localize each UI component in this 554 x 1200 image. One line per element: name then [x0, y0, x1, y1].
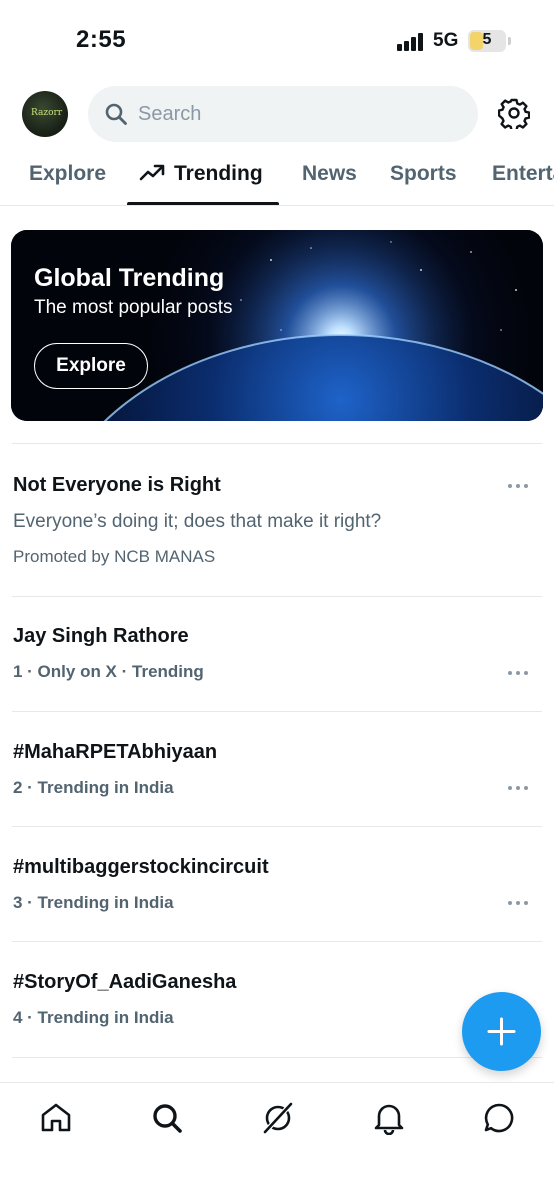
promoted-description: Everyone’s doing it; does that make it r…	[13, 511, 382, 532]
promoted-title: Not Everyone is Right	[13, 474, 221, 496]
promoted-trend[interactable]: Not Everyone is Right Everyone’s doing i…	[0, 444, 554, 596]
trend-title: #multibaggerstockincircuit	[13, 856, 269, 878]
banner-explore-button[interactable]: Explore	[34, 343, 148, 389]
trend-item[interactable]: #multibaggerstockincircuit 3 · Trending …	[0, 827, 554, 941]
trend-title: Jay Singh Rathore	[13, 625, 189, 647]
plus-icon	[487, 1017, 516, 1046]
more-icon[interactable]	[506, 482, 530, 490]
search-icon[interactable]	[150, 1101, 184, 1135]
global-trending-banner[interactable]: Global Trending The most popular posts E…	[11, 230, 543, 421]
status-bar: 2:55 5G 5	[0, 0, 554, 80]
avatar-text: Razorr	[31, 108, 63, 118]
tab-news[interactable]: News	[302, 162, 357, 186]
more-icon[interactable]	[506, 784, 530, 792]
tab-bar: Explore Trending News Sports Entertainme…	[0, 152, 554, 206]
search-icon	[105, 103, 127, 125]
trend-context: 3 · Trending in India	[13, 893, 174, 912]
trend-title: #StoryOf_AadiGanesha	[13, 971, 237, 993]
more-icon[interactable]	[506, 899, 530, 907]
bottom-nav	[0, 1082, 554, 1200]
earth-image	[11, 230, 543, 421]
trending-arrow-icon	[139, 164, 165, 181]
more-icon[interactable]	[506, 669, 530, 677]
active-tab-indicator	[127, 202, 279, 205]
home-icon[interactable]	[39, 1101, 73, 1135]
banner-subtitle: The most popular posts	[34, 297, 233, 318]
bell-icon[interactable]	[372, 1101, 406, 1135]
status-time: 2:55	[76, 26, 127, 53]
tab-sports[interactable]: Sports	[390, 162, 457, 186]
trend-context: 2 · Trending in India	[13, 778, 174, 797]
compose-post-button[interactable]	[462, 992, 541, 1071]
promoted-by-label: Promoted by NCB MANAS	[13, 547, 216, 566]
grok-icon[interactable]	[261, 1101, 295, 1135]
trend-title: #MahaRPETAbhiyaan	[13, 741, 218, 763]
trend-item[interactable]: Jay Singh Rathore 1 · Only on X · Trendi…	[0, 597, 554, 711]
banner-title: Global Trending	[34, 264, 225, 292]
search-input[interactable]	[138, 100, 458, 128]
tab-explore[interactable]: Explore	[29, 162, 106, 186]
battery-icon: 5	[468, 30, 506, 52]
trend-context: 1 · Only on X · Trending	[13, 662, 204, 681]
messages-icon[interactable]	[482, 1101, 516, 1135]
trend-item[interactable]: #MahaRPETAbhiyaan 2 · Trending in India	[0, 712, 554, 826]
search-bar[interactable]	[88, 86, 478, 142]
tab-trending[interactable]: Trending	[139, 162, 263, 186]
battery-level: 5	[482, 31, 492, 48]
divider	[12, 1057, 542, 1058]
tab-entertainment[interactable]: Entertainment	[492, 162, 554, 186]
signal-icon	[397, 33, 427, 51]
network-type: 5G	[433, 30, 459, 51]
avatar[interactable]: Razorr	[22, 91, 68, 137]
trend-context: 4 · Trending in India	[13, 1008, 174, 1027]
gear-icon[interactable]	[498, 97, 530, 129]
tab-trending-label: Trending	[174, 162, 263, 185]
